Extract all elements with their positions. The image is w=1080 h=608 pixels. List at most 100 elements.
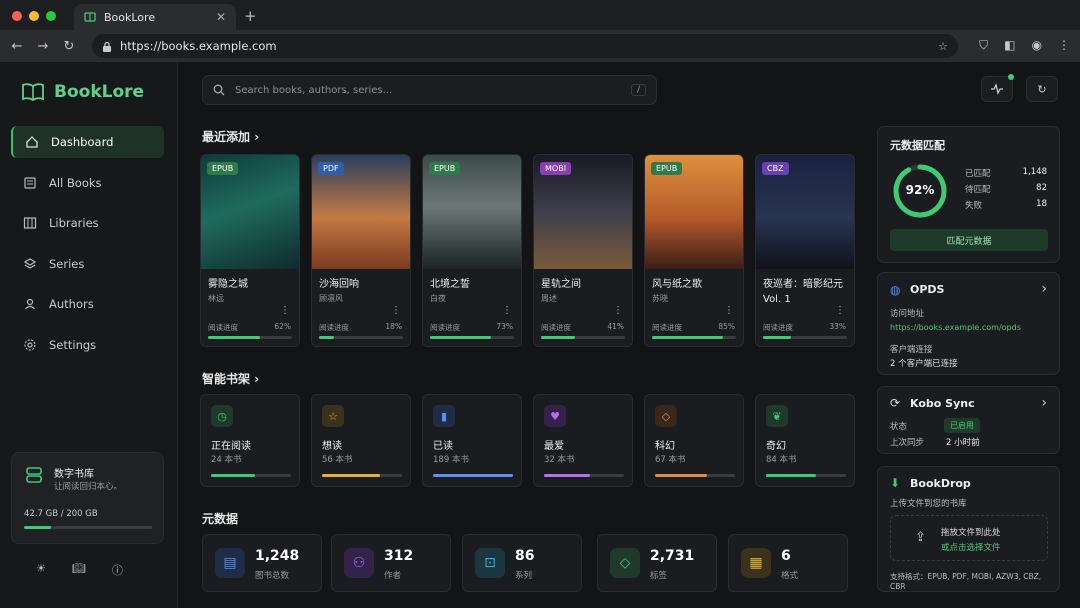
- shelf-name: 想读: [322, 441, 342, 452]
- book-cover[interactable]: EPUB: [201, 155, 299, 269]
- progress-bar-fill: [208, 336, 260, 339]
- stat-card[interactable]: ⚇ 312 作者: [331, 534, 451, 592]
- opds-url-link[interactable]: https://books.example.com/opds: [890, 323, 1021, 332]
- book-cover[interactable]: CBZ: [756, 155, 854, 269]
- sidebar-item-libraries[interactable]: Libraries: [11, 207, 164, 239]
- book-title[interactable]: 雾隐之城: [208, 277, 296, 292]
- new-tab-button[interactable]: +: [244, 7, 257, 25]
- opds-conn-label: 客户端连接: [890, 345, 933, 355]
- more-options-icon[interactable]: ⋮: [502, 305, 512, 316]
- browser-tab[interactable]: BookLore ✕: [74, 4, 236, 30]
- format-badge: CBZ: [762, 162, 789, 175]
- sidebar-item-all-books[interactable]: All Books: [11, 167, 164, 199]
- book-title[interactable]: 夜巡者：暗影纪元 Vol. 1: [763, 277, 851, 307]
- library-subtitle: 让阅读回归本心。: [54, 482, 123, 492]
- search-bar[interactable]: Search books, authors, series... /: [202, 75, 657, 105]
- book-card[interactable]: EPUB 北境之誓 白夜 ⋮ 阅读进度 73%: [422, 154, 522, 347]
- back-icon[interactable]: ←: [4, 39, 30, 54]
- sidebar-item-dashboard[interactable]: Dashboard: [11, 126, 164, 158]
- help-icon[interactable]: ⓘ: [112, 562, 123, 578]
- chevron-right-icon[interactable]: ›: [1041, 281, 1047, 297]
- close-window-button[interactable]: [12, 11, 22, 21]
- more-options-icon[interactable]: ⋮: [613, 305, 623, 316]
- chevron-right-icon[interactable]: ›: [1041, 395, 1047, 411]
- stat-card[interactable]: ◇ 2,731 标签: [597, 534, 717, 592]
- theme-sun-icon[interactable]: ☀: [36, 562, 46, 578]
- reload-icon[interactable]: ↻: [56, 39, 82, 54]
- book-cover[interactable]: EPUB: [423, 155, 521, 269]
- stat-label: 系列: [515, 571, 533, 581]
- book-author: 顾凛风: [319, 294, 343, 303]
- progress-bar-fill: [541, 336, 575, 339]
- url-text: https://books.example.com: [120, 39, 277, 53]
- url-field[interactable]: https://books.example.com ☆: [92, 34, 958, 58]
- refresh-icon: ↻: [1037, 82, 1047, 96]
- storage-icon: [26, 467, 42, 483]
- stat-card[interactable]: ▦ 6 格式: [728, 534, 848, 592]
- opds-card[interactable]: ◍ OPDS › 访问地址 https://books.example.com/…: [877, 272, 1060, 375]
- book-title[interactable]: 星轨之间: [541, 277, 629, 292]
- book-card[interactable]: CBZ 夜巡者：暗影纪元 Vol. 1 ⋮ 阅读进度 33%: [755, 154, 855, 347]
- shelf-card[interactable]: ☆ 想读 56 本书: [311, 394, 411, 487]
- progress-bar-fill: [763, 336, 791, 339]
- shelf-card[interactable]: ♥ 最爱 32 本书: [533, 394, 633, 487]
- book-card[interactable]: EPUB 风与纸之歌 苏晓 ⋮ 阅读进度 85%: [644, 154, 744, 347]
- shelf-card[interactable]: ◷ 正在阅读 24 本书: [200, 394, 300, 487]
- brand[interactable]: BookLore: [22, 82, 144, 102]
- minimize-window-button[interactable]: [29, 11, 39, 21]
- tab-close-icon[interactable]: ✕: [216, 10, 226, 24]
- shelf-card[interactable]: ▮ 已读 189 本书: [422, 394, 522, 487]
- stat-label: 格式: [781, 571, 799, 581]
- sidebar-item-settings[interactable]: Settings: [11, 329, 164, 361]
- book-cover[interactable]: EPUB: [645, 155, 743, 269]
- shelf-bar: [211, 474, 291, 477]
- shelf-name: 奇幻: [766, 441, 786, 452]
- sidebar-item-label: Settings: [49, 337, 97, 352]
- book-title[interactable]: 风与纸之歌: [652, 277, 740, 292]
- match-row-value: 82: [1036, 183, 1047, 193]
- activity-button[interactable]: [981, 74, 1014, 102]
- kobo-sync-card[interactable]: ⟳ Kobo Sync › 状态 已启用 上次同步 2 小时前: [877, 386, 1060, 454]
- more-options-icon[interactable]: ⋮: [835, 305, 845, 316]
- choose-file-link[interactable]: 或点击选择文件: [941, 541, 1001, 553]
- maximize-window-button[interactable]: [46, 11, 56, 21]
- metadata-match-card: 元数据匹配 92% 已匹配 1,148 待匹配 82 失败 18 匹配元数据: [877, 126, 1060, 263]
- sidebar-item-series[interactable]: Series: [11, 248, 164, 280]
- drop-zone[interactable]: ⇪ 拖放文件到此处 或点击选择文件: [890, 515, 1048, 561]
- progress-bar-fill: [319, 336, 334, 339]
- more-options-icon[interactable]: ⋮: [391, 305, 401, 316]
- shelf-bar: [322, 474, 402, 477]
- sidepanel-icon[interactable]: ◧: [1004, 38, 1015, 53]
- refresh-button[interactable]: ↻: [1026, 76, 1058, 102]
- search-input[interactable]: Search books, authors, series...: [235, 85, 621, 96]
- library-icon: [23, 217, 37, 229]
- book-cover[interactable]: PDF: [312, 155, 410, 269]
- profile-icon[interactable]: ◉: [1032, 38, 1042, 53]
- library-storage-card[interactable]: 数字书库 让阅读回归本心。 42.7 GB / 200 GB: [11, 452, 164, 544]
- match-title: 元数据匹配: [890, 139, 945, 152]
- menu-icon[interactable]: ⋮: [1058, 38, 1070, 53]
- shelf-card[interactable]: ❦ 奇幻 84 本书: [755, 394, 855, 487]
- shelf-card[interactable]: ◇ 科幻 67 本书: [644, 394, 744, 487]
- book-title[interactable]: 沙海回响: [319, 277, 407, 292]
- book-cover[interactable]: MOBI: [534, 155, 632, 269]
- search-shortcut: /: [630, 84, 646, 96]
- more-options-icon[interactable]: ⋮: [280, 305, 290, 316]
- book-card[interactable]: PDF 沙海回响 顾凛风 ⋮ 阅读进度 18%: [311, 154, 411, 347]
- book-card[interactable]: MOBI 星轨之间 周述 ⋮ 阅读进度 41%: [533, 154, 633, 347]
- stat-card[interactable]: ⊡ 86 系列: [462, 534, 582, 592]
- sidebar-item-authors[interactable]: Authors: [11, 288, 164, 320]
- reader-book-icon[interactable]: 📖︎: [72, 562, 86, 578]
- book-card[interactable]: EPUB 雾隐之城 林远 ⋮ 阅读进度 62%: [200, 154, 300, 347]
- shield-icon[interactable]: ⛉: [979, 38, 988, 53]
- bookmark-star-icon[interactable]: ☆: [938, 40, 948, 53]
- forward-icon[interactable]: →: [30, 39, 56, 54]
- recent-section-title[interactable]: 最近添加 ›: [202, 128, 259, 145]
- stat-card[interactable]: ▤ 1,248 图书总数: [202, 534, 322, 592]
- bookdrop-subtitle: 上传文件到您的书库: [890, 499, 967, 509]
- match-row-value: 18: [1036, 199, 1047, 209]
- match-metadata-button[interactable]: 匹配元数据: [890, 229, 1048, 251]
- more-options-icon[interactable]: ⋮: [724, 305, 734, 316]
- shelves-section-title[interactable]: 智能书架 ›: [202, 370, 259, 387]
- book-title[interactable]: 北境之誓: [430, 277, 518, 292]
